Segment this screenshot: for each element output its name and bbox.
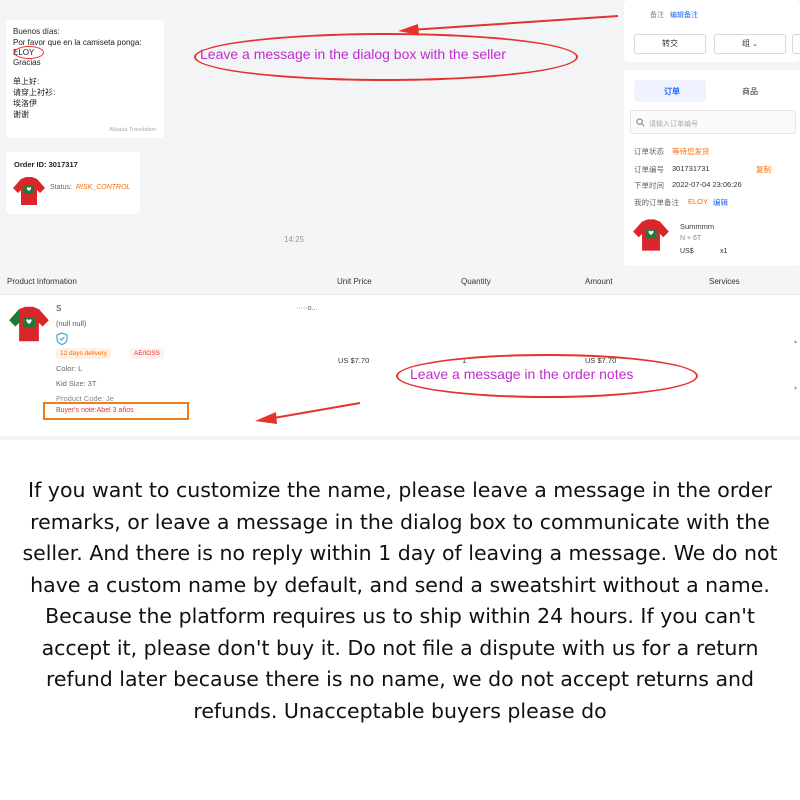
search-placeholder: 请输入订单编号 (649, 121, 698, 128)
chat-message-bubble: Buenos días: Por favor que en la camiset… (6, 20, 164, 138)
order-no-label: 订单编号 (634, 165, 664, 174)
sweatshirt-thumbnail[interactable] (8, 304, 50, 344)
product-title-tail: ·····o... (296, 305, 318, 312)
tab-orders-label: 订单 (664, 87, 680, 96)
delivery-tag: 12 days delivery (56, 348, 111, 359)
column-header: Amount (585, 277, 613, 286)
product-kid-size: Kid Size: 3T (56, 379, 97, 388)
scroll-indicator: ▴ (794, 339, 798, 345)
order-status-value: 等待您发货 (672, 147, 710, 156)
order-id: Order ID: 3017317 (14, 160, 78, 169)
my-note-edit-link[interactable]: 编辑 (713, 197, 728, 208)
order-search-input[interactable]: 请输入订单编号 (630, 110, 796, 134)
order-no-value: 301731731 (672, 164, 710, 173)
copy-link[interactable]: 复制 (756, 164, 771, 175)
note-label: 备注 (650, 12, 664, 19)
transfer-button[interactable]: 转交 (634, 34, 706, 54)
message-line: 埃洛伊 (13, 99, 37, 108)
panel-actions-card: 备注 编辑备注 转交 组 ⌄ (624, 0, 800, 62)
shield-check-icon (56, 332, 68, 345)
product-qty: x1 (720, 248, 728, 255)
chevron-down-icon: ⌄ (752, 41, 759, 48)
sweatshirt-thumbnail (633, 219, 669, 251)
scroll-indicator: ▴ (794, 385, 798, 391)
product-price: US$ (680, 248, 694, 255)
message-time: 14:25 (284, 235, 305, 244)
chat-order-card[interactable]: Order ID: 3017317 Status: RISK_CONTROL (6, 152, 140, 214)
annotation-arrow-order (255, 402, 361, 424)
column-header: Product Information (7, 277, 77, 286)
message-line: 单上好: (13, 77, 40, 86)
column-header: Unit Price (337, 277, 372, 286)
page-canvas: Buenos días: Por favor que en la camiset… (0, 0, 800, 800)
order-side-panel: 备注 编辑备注 转交 组 ⌄ 订单 商品 请输入订单编号 订单状态 等待您发货 … (624, 0, 800, 268)
name-highlight-circle (14, 46, 44, 59)
buyer-note-box: Buyer's note:Abel 3 años (43, 402, 189, 420)
product-variant: N + 6T (680, 235, 702, 242)
order-time-label: 下单时间 (634, 181, 664, 190)
column-header: Quantity (461, 277, 491, 286)
screenshot-area: Buenos días: Por favor que en la camiset… (0, 0, 800, 440)
table-header: Product Information Unit Price Quantity … (0, 268, 800, 295)
group-button-label: 组 (741, 39, 750, 48)
more-button[interactable] (792, 34, 800, 54)
my-note-value: ELOY (688, 197, 709, 206)
buyer-note: Buyer's note:Abel 3 años (56, 407, 134, 414)
order-info-card: 订单 商品 请输入订单编号 订单状态 等待您发货 订单编号 301731731 … (624, 70, 800, 266)
tab-products[interactable]: 商品 (742, 86, 758, 97)
product-color: Color: L (56, 364, 83, 373)
ioss-tag: AE/IOSS (130, 348, 165, 359)
annotation-dialog-text: Leave a message in the dialog box with t… (200, 46, 506, 62)
order-product-table: Product Information Unit Price Quantity … (0, 268, 800, 436)
order-status-label: 订单状态 (634, 147, 664, 156)
order-status-value: RISK_CONTROL (76, 184, 131, 191)
search-icon (636, 118, 645, 127)
message-line: 请穿上衬衫: (13, 88, 56, 97)
order-status-label: Status: (50, 184, 72, 191)
unit-price: US $7.70 (338, 356, 370, 365)
message-line: Gracias (13, 58, 41, 67)
order-time-value: 2022-07-04 23:06:26 (672, 180, 742, 189)
message-line: Buenos días: (13, 27, 60, 36)
annotation-order-text: Leave a message in the order notes (410, 366, 634, 382)
product-title: Summmm (680, 222, 715, 231)
message-line: 谢谢 (13, 110, 29, 119)
product-title-link[interactable]: S (56, 304, 61, 313)
tab-orders[interactable]: 订单 (634, 80, 706, 102)
null-text: (null null) (56, 319, 87, 328)
custom-name-notice: If you want to customize the name, pleas… (22, 478, 778, 723)
edit-note-link[interactable]: 编辑备注 (670, 10, 698, 20)
group-button[interactable]: 组 ⌄ (714, 34, 786, 54)
translation-label: Alibaba Translation (109, 127, 156, 133)
my-note-label: 我的订单备注 (634, 198, 679, 207)
column-header: Services (709, 277, 740, 286)
sweatshirt-thumbnail (13, 177, 45, 205)
